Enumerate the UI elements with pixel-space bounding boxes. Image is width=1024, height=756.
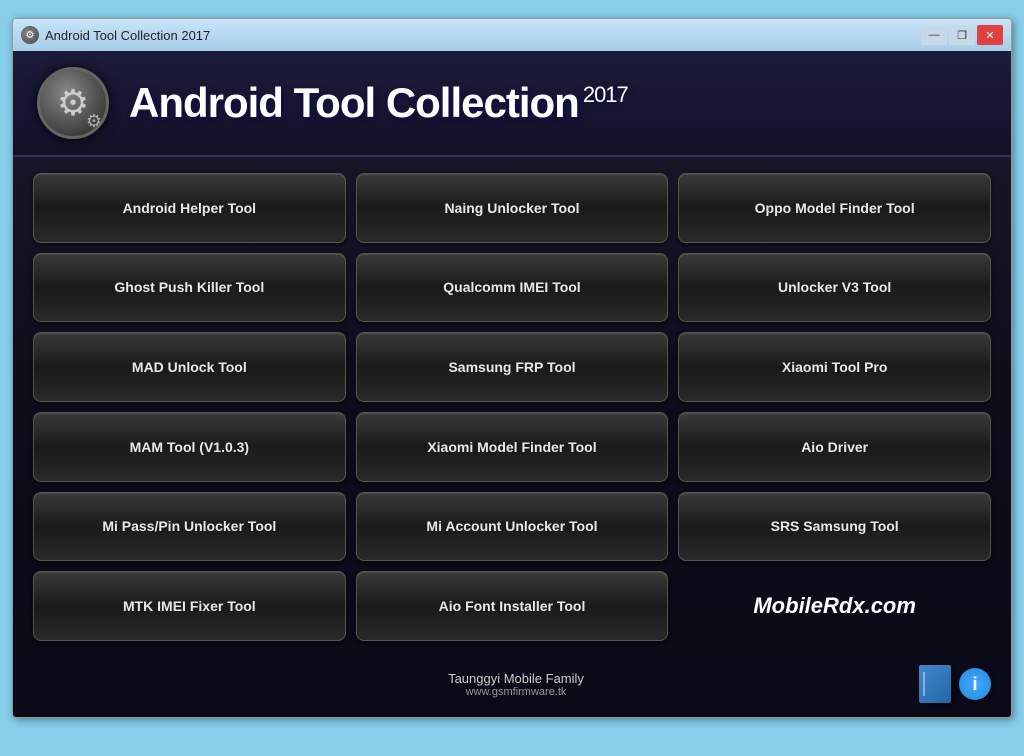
main-content: ⚙ ⚙ Android Tool Collection2017 Android … <box>13 51 1011 717</box>
xiaomi-tool-pro-button[interactable]: Xiaomi Tool Pro <box>678 332 991 402</box>
mi-account-unlocker-button[interactable]: Mi Account Unlocker Tool <box>356 492 669 562</box>
mi-pass-pin-button[interactable]: Mi Pass/Pin Unlocker Tool <box>33 492 346 562</box>
window-controls: — ❐ ✕ <box>921 25 1003 45</box>
mtk-imei-fixer-button[interactable]: MTK IMEI Fixer Tool <box>33 571 346 641</box>
window-title: Android Tool Collection 2017 <box>45 28 210 43</box>
restore-button[interactable]: ❐ <box>949 25 975 45</box>
book-icon[interactable] <box>919 665 951 703</box>
app-footer: Taunggyi Mobile Family www.gsmfirmware.t… <box>13 657 1011 717</box>
footer-family-text: Taunggyi Mobile Family <box>113 671 919 686</box>
aio-font-installer-button[interactable]: Aio Font Installer Tool <box>356 571 669 641</box>
small-gear-icon: ⚙ <box>86 111 102 132</box>
info-icon[interactable]: i <box>959 668 991 700</box>
ghost-push-killer-button[interactable]: Ghost Push Killer Tool <box>33 253 346 323</box>
qualcomm-imei-button[interactable]: Qualcomm IMEI Tool <box>356 253 669 323</box>
footer-center: Taunggyi Mobile Family www.gsmfirmware.t… <box>113 671 919 698</box>
xiaomi-model-finder-button[interactable]: Xiaomi Model Finder Tool <box>356 412 669 482</box>
oppo-model-finder-button[interactable]: Oppo Model Finder Tool <box>678 173 991 243</box>
minimize-button[interactable]: — <box>921 25 947 45</box>
aio-driver-button[interactable]: Aio Driver <box>678 412 991 482</box>
unlocker-v3-button[interactable]: Unlocker V3 Tool <box>678 253 991 323</box>
mam-tool-button[interactable]: MAM Tool (V1.0.3) <box>33 412 346 482</box>
app-icon: ⚙ <box>21 26 39 44</box>
titlebar: ⚙ Android Tool Collection 2017 — ❐ ✕ <box>13 19 1011 51</box>
main-window: ⚙ Android Tool Collection 2017 — ❐ ✕ ⚙ ⚙… <box>12 18 1012 718</box>
tools-grid: Android Helper Tool Naing Unlocker Tool … <box>13 157 1011 657</box>
mad-unlock-button[interactable]: MAD Unlock Tool <box>33 332 346 402</box>
footer-icons: i <box>919 665 991 703</box>
brand-cell: MobileRdx.com <box>678 571 991 641</box>
app-title: Android Tool Collection2017 <box>129 82 628 124</box>
brand-text: MobileRdx.com <box>753 593 916 619</box>
android-helper-button[interactable]: Android Helper Tool <box>33 173 346 243</box>
logo-circle: ⚙ ⚙ <box>37 67 109 139</box>
gear-icon: ⚙ <box>57 82 89 124</box>
titlebar-left: ⚙ Android Tool Collection 2017 <box>21 26 210 44</box>
samsung-frp-button[interactable]: Samsung FRP Tool <box>356 332 669 402</box>
app-header: ⚙ ⚙ Android Tool Collection2017 <box>13 51 1011 157</box>
footer-url-text: www.gsmfirmware.tk <box>113 686 919 698</box>
app-logo: ⚙ ⚙ <box>37 67 109 139</box>
srs-samsung-button[interactable]: SRS Samsung Tool <box>678 492 991 562</box>
naing-unlocker-button[interactable]: Naing Unlocker Tool <box>356 173 669 243</box>
close-button[interactable]: ✕ <box>977 25 1003 45</box>
